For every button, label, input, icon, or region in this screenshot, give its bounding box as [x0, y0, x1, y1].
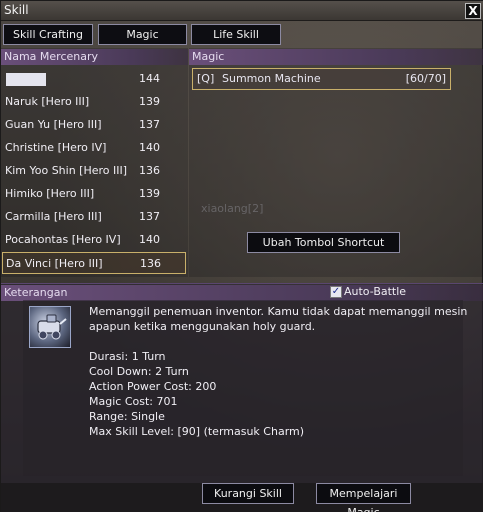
mercenary-level: 139: [139, 95, 160, 108]
magic-list-item[interactable]: [Q] Summon Machine [60/70]: [192, 68, 451, 90]
magic-shortcut-key: [Q]: [197, 72, 215, 85]
mercenary-row[interactable]: Kim Yoo Shin [Hero III] 136: [2, 160, 186, 182]
mercenary-name: Carmilla [Hero III]: [5, 210, 102, 223]
stat-range: Range: Single: [89, 410, 165, 423]
summon-machine-skill-icon: [29, 306, 71, 348]
mercenary-row[interactable]: Guan Yu [Hero III] 137: [2, 114, 186, 136]
auto-battle-label: Auto-Battle: [344, 285, 407, 298]
description-panel-header: Keterangan: [1, 285, 483, 301]
magic-count: [60/70]: [405, 72, 446, 85]
mercenary-panel-header: Nama Mercenary: [1, 49, 188, 65]
mercenary-name: Da Vinci [Hero III]: [6, 257, 103, 270]
description-line: apapun ketika menggunakan holy guard.: [89, 320, 316, 333]
mercenary-name: Himiko [Hero III]: [5, 187, 95, 200]
mercenary-name: Christine [Hero IV]: [5, 141, 107, 154]
mercenary-name: Pocahontas [Hero IV]: [5, 233, 121, 246]
machine-icon: [37, 314, 67, 340]
stat-cooldown: Cool Down: 2 Turn: [89, 365, 189, 378]
stat-magic-cost: Magic Cost: 701: [89, 395, 178, 408]
skill-window: Skill X Skill Crafting Magic Life Skill …: [0, 0, 483, 512]
mercenary-level: 137: [139, 210, 160, 223]
close-button[interactable]: X: [465, 3, 481, 19]
watermark-text: xiaolang[2]: [201, 202, 264, 215]
auto-battle-checkbox[interactable]: ✓: [330, 286, 342, 298]
stat-action-power-cost: Action Power Cost: 200: [89, 380, 217, 393]
mercenary-level: 140: [139, 233, 160, 246]
description-line: Memanggil penemuan inventor. Kamu tidak …: [89, 305, 468, 318]
mercenary-row[interactable]: Naruk [Hero III] 139: [2, 91, 186, 113]
mercenary-name: Naruk [Hero III]: [5, 95, 90, 108]
magic-panel-header: Magic: [189, 49, 483, 65]
mercenary-level: 137: [139, 118, 160, 131]
mercenary-row-selected[interactable]: Da Vinci [Hero III] 136: [2, 252, 186, 274]
mercenary-level: 144: [139, 72, 160, 85]
mercenary-level: 136: [139, 164, 160, 177]
mercenary-level: 136: [140, 257, 161, 270]
mercenary-row[interactable]: 144: [2, 68, 186, 90]
mercenary-row[interactable]: Himiko [Hero III] 139: [2, 183, 186, 205]
window-title: Skill: [4, 3, 29, 17]
mercenary-level: 140: [139, 141, 160, 154]
stat-duration: Durasi: 1 Turn: [89, 350, 166, 363]
mercenary-level: 139: [139, 187, 160, 200]
magic-name: Summon Machine: [222, 72, 321, 85]
mercenary-row[interactable]: Carmilla [Hero III] 137: [2, 206, 186, 228]
tab-magic[interactable]: Magic: [98, 24, 187, 45]
censored-name: [6, 73, 46, 86]
tab-skill-crafting[interactable]: Skill Crafting: [3, 24, 93, 45]
title-bar[interactable]: Skill X: [1, 1, 483, 21]
tab-life-skill[interactable]: Life Skill: [191, 24, 281, 45]
mercenary-row[interactable]: Christine [Hero IV] 140: [2, 137, 186, 159]
learn-magic-button[interactable]: Mempelajari Magic: [316, 483, 411, 512]
mercenary-name: Kim Yoo Shin [Hero III]: [5, 164, 128, 177]
change-shortcut-button[interactable]: Ubah Tombol Shortcut: [247, 232, 400, 253]
mercenary-name: Guan Yu [Hero III]: [5, 118, 102, 131]
mercenary-row[interactable]: Pocahontas [Hero IV] 140: [2, 229, 186, 251]
decrease-skill-button[interactable]: Kurangi Skill: [202, 483, 294, 504]
stat-max-skill-level: Max Skill Level: [90] (termasuk Charm): [89, 425, 305, 438]
